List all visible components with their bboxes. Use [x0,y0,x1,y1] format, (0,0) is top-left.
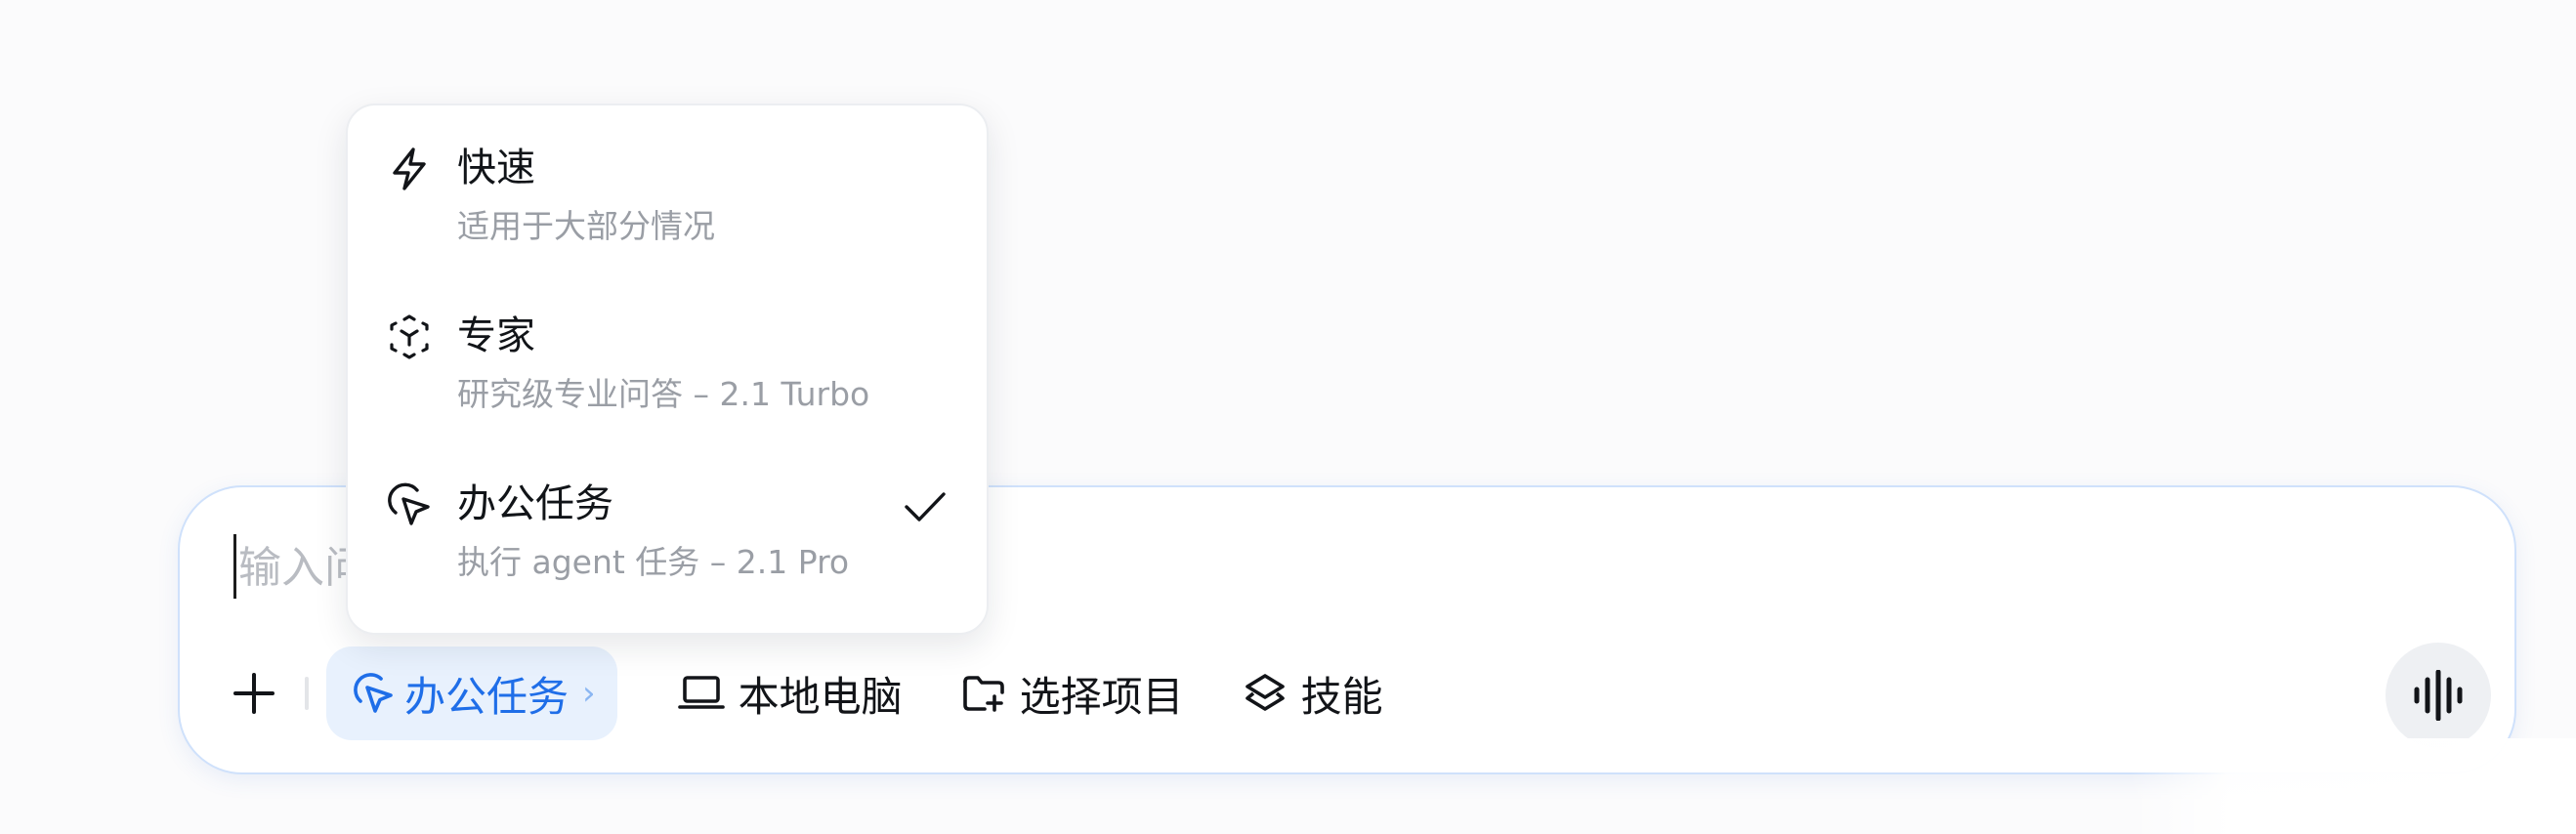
mode-option-subtitle: 适用于大部分情况 [457,207,715,245]
chevron-right-icon: › [582,674,596,713]
skills-button[interactable]: 技能 [1243,646,1383,740]
mode-option-expert[interactable]: 专家 研究级专业问答 – 2.1 Turbo [348,273,987,441]
input-toolbar: 办公任务 › 本地电脑 选择项目 技能 [219,646,1383,740]
expert-cube-icon [390,314,429,359]
mode-option-subtitle: 执行 agent 任务 – 2.1 Pro [457,543,850,581]
select-project-button[interactable]: 选择项目 [961,646,1184,740]
mode-option-subtitle: 研究级专业问答 – 2.1 Turbo [457,375,870,413]
cursor-click-icon [388,482,430,525]
local-computer-button[interactable]: 本地电脑 [677,646,903,740]
plus-icon [233,673,274,714]
mode-option-office-task[interactable]: 办公任务 执行 agent 任务 – 2.1 Pro [348,441,987,609]
mode-option-title: 快速 [457,146,535,190]
folder-add-icon [962,676,1004,712]
waveform-icon [2414,670,2463,721]
checkmark-icon [905,492,946,521]
text-caret [233,534,236,599]
mode-dropdown-menu: 快速 适用于大部分情况 专家 研究级专业问答 – 2.1 Turbo 办公任务 … [346,104,989,635]
local-computer-label: 本地电脑 [738,672,903,721]
mode-option-fast[interactable]: 快速 适用于大部分情况 [348,105,987,273]
laptop-icon [677,676,725,709]
skills-label: 技能 [1300,672,1383,721]
mode-selector-label: 办公任务 [404,672,570,721]
skills-layers-icon [1245,674,1285,711]
toolbar-divider [305,677,309,710]
mode-selector-button[interactable]: 办公任务 › [326,646,617,740]
cursor-click-icon [354,673,393,713]
mode-option-title: 专家 [457,313,535,358]
lightning-icon [393,147,426,190]
mode-option-title: 办公任务 [457,481,613,526]
voice-input-button[interactable] [2386,643,2491,748]
add-attachment-button[interactable] [219,658,289,729]
select-project-label: 选择项目 [1019,672,1184,721]
